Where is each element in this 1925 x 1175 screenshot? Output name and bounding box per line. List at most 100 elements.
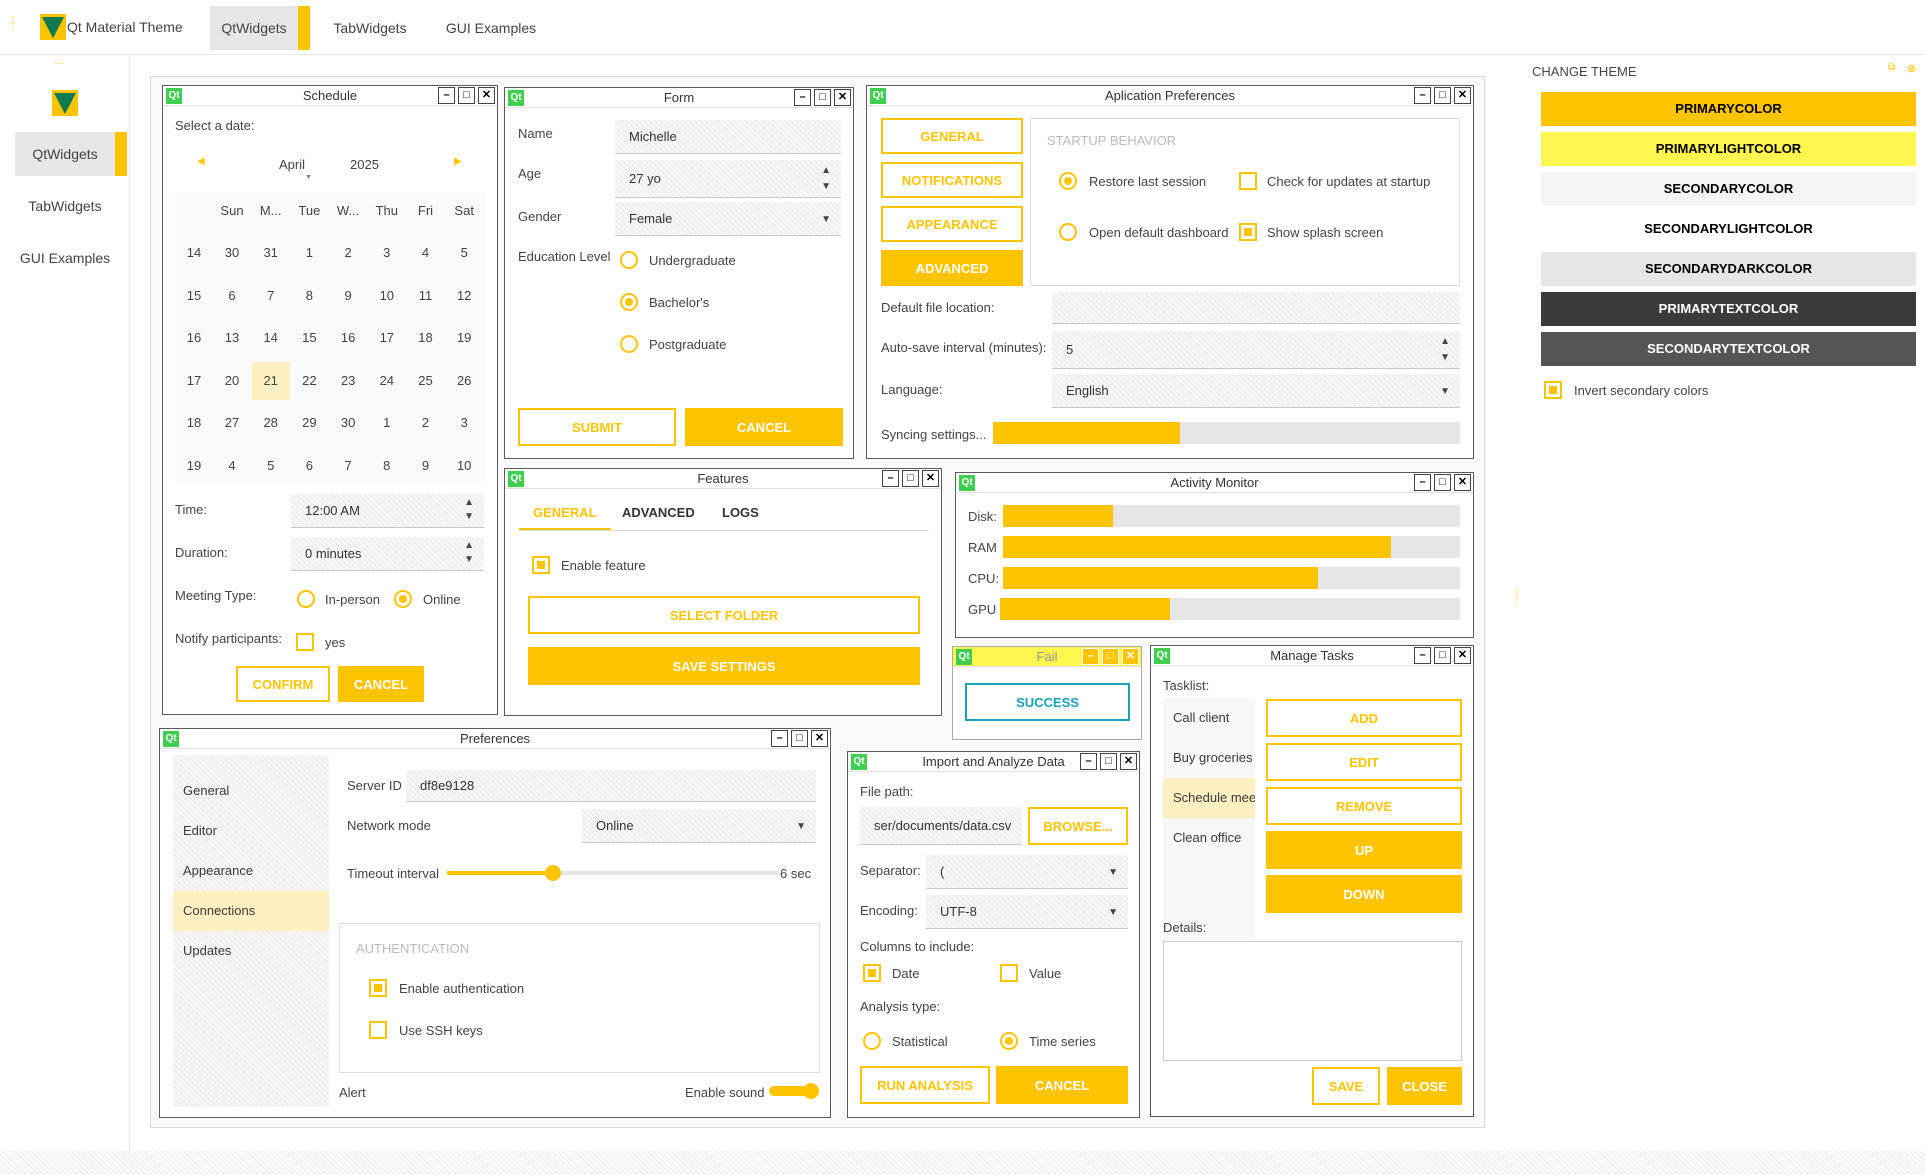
cancel-import-button[interactable]: CANCEL <box>996 1066 1128 1104</box>
title-bar[interactable]: QtFail–□✕ <box>953 647 1141 667</box>
title-bar[interactable]: QtPreferences–□✕ <box>160 729 830 749</box>
calendar-day[interactable]: 26 <box>445 362 483 400</box>
top-tab-qtwidgets[interactable]: QtWidgets <box>210 6 298 50</box>
title-bar[interactable]: QtSchedule–□✕ <box>163 86 497 106</box>
minimize-button[interactable]: – <box>771 730 788 747</box>
theme-color-button[interactable]: PRIMARYCOLOR <box>1541 92 1916 126</box>
calendar-day[interactable]: 9 <box>329 277 367 315</box>
calendar-day[interactable]: 22 <box>290 362 328 400</box>
calendar-day[interactable]: 6 <box>290 447 328 485</box>
calendar-day[interactable]: 2 <box>329 234 367 272</box>
slider-handle[interactable] <box>545 865 561 881</box>
nav-advanced-button[interactable]: ADVANCED <box>881 250 1023 286</box>
minimize-button[interactable]: – <box>1414 474 1431 491</box>
close-button[interactable]: ✕ <box>1454 87 1471 104</box>
ssh-keys-checkbox[interactable] <box>369 1021 387 1039</box>
maximize-button[interactable]: □ <box>1434 87 1451 104</box>
spin-arrows-icon[interactable]: ▲▼ <box>464 496 474 524</box>
enable-sound-toggle[interactable] <box>769 1086 817 1096</box>
edit-button[interactable]: EDIT <box>1266 743 1462 781</box>
calendar-day[interactable]: 28 <box>252 404 290 442</box>
spin-arrows-icon[interactable]: ▲▼ <box>821 163 831 195</box>
close-button[interactable]: ✕ <box>1122 648 1139 665</box>
calendar-day[interactable]: 7 <box>252 277 290 315</box>
minimize-button[interactable]: – <box>882 470 899 487</box>
close-tasks-button[interactable]: CLOSE <box>1387 1067 1462 1105</box>
check-updates-checkbox[interactable] <box>1239 172 1257 190</box>
side-tab-gui-examples[interactable]: GUI Examples <box>15 236 115 280</box>
close-button[interactable]: ✕ <box>811 730 828 747</box>
statistical-radio[interactable] <box>863 1032 881 1050</box>
theme-color-button[interactable]: PRIMARYTEXTCOLOR <box>1541 292 1916 326</box>
maximize-button[interactable]: □ <box>814 89 831 106</box>
details-textarea[interactable] <box>1163 941 1462 1061</box>
calendar-day[interactable]: 13 <box>213 319 251 357</box>
age-input[interactable]: 27 yo▲▼ <box>615 160 841 198</box>
notify-checkbox[interactable] <box>296 633 314 651</box>
list-item[interactable]: Call client <box>1163 698 1255 738</box>
calendar-day[interactable]: 16 <box>329 319 367 357</box>
drag-handle-icon[interactable]: ⋮⋮ <box>8 18 18 30</box>
theme-color-button[interactable]: SECONDARYDARKCOLOR <box>1541 252 1916 286</box>
nav-item-connections[interactable]: Connections <box>173 891 329 931</box>
calendar-day[interactable]: 30 <box>329 404 367 442</box>
calendar-day[interactable]: 3 <box>445 404 483 442</box>
calendar-day[interactable]: 11 <box>407 277 445 315</box>
calendar-day[interactable]: 5 <box>252 447 290 485</box>
drag-handle-icon[interactable]: ∙∙∙∙ <box>54 58 64 68</box>
network-mode-select[interactable]: Online▼ <box>582 809 816 843</box>
month-label[interactable]: April <box>279 157 305 172</box>
file-path-input[interactable]: ser/documents/data.csv <box>860 807 1022 845</box>
maximize-button[interactable]: □ <box>791 730 808 747</box>
nav-item-general[interactable]: General <box>173 771 329 811</box>
select-folder-button[interactable]: SELECT FOLDER <box>528 596 920 634</box>
spin-arrows-icon[interactable]: ▲▼ <box>1440 334 1450 366</box>
close-button[interactable]: ✕ <box>478 87 495 104</box>
time-series-radio[interactable] <box>1000 1032 1018 1050</box>
tab-advanced[interactable]: ADVANCED <box>622 505 695 520</box>
postgraduate-radio[interactable] <box>620 335 638 353</box>
spin-arrows-icon[interactable]: ▲▼ <box>464 539 474 567</box>
save-settings-button[interactable]: SAVE SETTINGS <box>528 647 920 685</box>
close-button[interactable]: ✕ <box>1454 474 1471 491</box>
title-bar[interactable]: QtImport and Analyze Data–□✕ <box>848 752 1139 772</box>
maximize-button[interactable]: □ <box>902 470 919 487</box>
side-tab-qtwidgets[interactable]: QtWidgets <box>15 132 115 176</box>
save-button[interactable]: SAVE <box>1312 1067 1380 1105</box>
down-button[interactable]: DOWN <box>1266 875 1462 913</box>
calendar-day[interactable]: 3 <box>368 234 406 272</box>
maximize-button[interactable]: □ <box>458 87 475 104</box>
calendar-day[interactable]: 23 <box>329 362 367 400</box>
maximize-button[interactable]: □ <box>1434 474 1451 491</box>
bachelors-radio[interactable] <box>620 293 638 311</box>
maximize-button[interactable]: □ <box>1434 647 1451 664</box>
calendar-day[interactable]: 20 <box>213 362 251 400</box>
maximize-button[interactable]: □ <box>1100 753 1117 770</box>
nav-notifications-button[interactable]: NOTIFICATIONS <box>881 162 1023 198</box>
browse-button[interactable]: BROWSE... <box>1028 807 1128 845</box>
run-analysis-button[interactable]: RUN ANALYSIS <box>860 1066 990 1104</box>
cancel-button[interactable]: CANCEL <box>338 666 424 702</box>
add-button[interactable]: ADD <box>1266 699 1462 737</box>
nav-item-updates[interactable]: Updates <box>173 931 329 971</box>
in-person-radio[interactable] <box>297 590 315 608</box>
top-tab-gui-examples[interactable]: GUI Examples <box>440 6 542 50</box>
title-bar[interactable]: QtFeatures–□✕ <box>505 469 941 489</box>
list-item[interactable]: Schedule meet <box>1163 778 1255 818</box>
undergraduate-radio[interactable] <box>620 251 638 269</box>
calendar-day[interactable]: 10 <box>368 277 406 315</box>
calendar-day[interactable]: 29 <box>290 404 328 442</box>
close-button[interactable]: ✕ <box>922 470 939 487</box>
theme-color-button[interactable]: SECONDARYCOLOR <box>1541 172 1916 206</box>
next-month-icon[interactable]: ▶ <box>454 156 462 167</box>
submit-button[interactable]: SUBMIT <box>518 408 676 446</box>
task-list[interactable]: Call client Buy groceries Schedule meet … <box>1163 698 1255 958</box>
maximize-button[interactable]: □ <box>1102 648 1119 665</box>
theme-color-button[interactable]: SECONDARYLIGHTCOLOR <box>1541 212 1916 246</box>
calendar-day[interactable]: 4 <box>213 447 251 485</box>
language-select[interactable]: English▼ <box>1052 374 1460 408</box>
calendar-day[interactable]: 9 <box>407 447 445 485</box>
calendar-day[interactable]: 1 <box>290 234 328 272</box>
nav-appearance-button[interactable]: APPEARANCE <box>881 206 1023 242</box>
file-location-input[interactable] <box>1052 292 1460 324</box>
